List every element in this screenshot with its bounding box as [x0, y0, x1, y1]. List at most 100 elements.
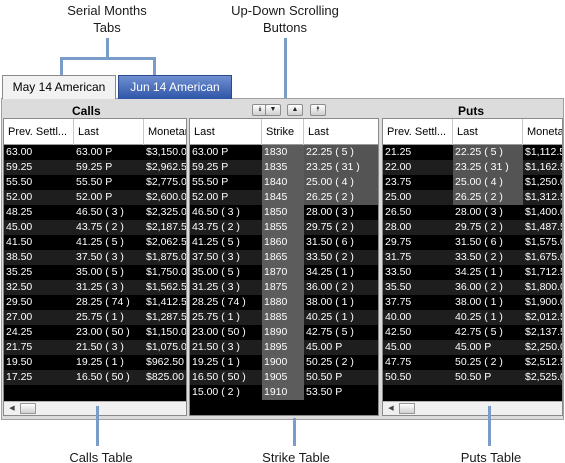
table-row[interactable]: 35.25 35.00 ( 5 ) $1,750.0 [4, 265, 186, 280]
table-row[interactable]: 52.00 P 1845 26.25 ( 2 ) [190, 190, 378, 205]
puts-table[interactable]: Prev. Settl... Last Moneta 21.25 22.25 ( … [382, 118, 563, 416]
table-cell: 50.25 ( 2 ) [455, 356, 503, 368]
table-row[interactable]: 38.50 37.50 ( 3 ) $1,875.0 [4, 250, 186, 265]
scroll-left-icon[interactable]: ◀ [385, 403, 397, 414]
annotation-pointer [153, 57, 156, 77]
table-row[interactable]: 45.00 45.00 P $2,250.0 [383, 340, 562, 355]
table-row[interactable]: 19.25 ( 1 ) 1900 50.25 ( 2 ) [190, 355, 378, 370]
row-down-button[interactable]: ▼ [265, 104, 281, 116]
calls-table[interactable]: Prev. Settl... Last Monetar 63.00 63.00 P… [3, 118, 187, 416]
table-row[interactable]: 63.00 P 1830 22.25 ( 5 ) [190, 145, 378, 160]
table-cell: 1880 [262, 295, 304, 310]
table-cell: $3,150.0 [146, 146, 187, 158]
table-cell: 1860 [262, 235, 304, 250]
table-cell: 34.25 ( 1 ) [455, 266, 503, 278]
table-row[interactable]: 41.50 41.25 ( 5 ) $2,062.5 [4, 235, 186, 250]
annotation-strike-table: Strike Table [262, 450, 330, 463]
table-row[interactable]: 17.25 16.50 ( 50 ) $825.00 [4, 370, 186, 385]
table-cell: 1900 [262, 355, 304, 370]
table-cell: 29.75 ( 2 ) [455, 221, 503, 233]
table-row[interactable]: 35.00 ( 5 ) 1870 34.25 ( 1 ) [190, 265, 378, 280]
table-row[interactable]: 45.00 43.75 ( 2 ) $2,187.5 [4, 220, 186, 235]
table-row[interactable]: 21.25 22.25 ( 5 ) $1,112.5 [383, 145, 563, 160]
table-row[interactable]: 15.00 ( 2 ) 1910 53.50 P [190, 385, 378, 400]
row-up-button[interactable]: ▲ [287, 104, 303, 116]
table-cell: 28.25 ( 74 ) [76, 296, 130, 308]
strike-table[interactable]: Last Strike Last 63.00 P 1830 22.25 ( 5 ) 5… [189, 118, 379, 416]
table-cell: 27.00 [6, 311, 33, 323]
table-row[interactable]: 25.00 26.25 ( 2 ) $1,312.5 [383, 190, 562, 205]
table-cell: 1885 [262, 310, 304, 325]
table-cell: $1,412.5 [146, 296, 187, 308]
strike-header-strike[interactable]: Strike [262, 119, 304, 145]
table-row[interactable]: 21.50 ( 3 ) 1895 45.00 P [190, 340, 378, 355]
table-row[interactable]: 47.75 50.25 ( 2 ) $2,512.5 [383, 355, 562, 370]
strike-header-put-last[interactable]: Last [304, 119, 378, 145]
table-row[interactable]: 55.50 P 1840 25.00 ( 4 ) [190, 175, 378, 190]
puts-header-last[interactable]: Last [453, 119, 523, 145]
table-row[interactable]: 35.50 36.00 ( 2 ) $1,800.0 [383, 280, 562, 295]
table-row[interactable]: 31.75 33.50 ( 2 ) $1,675.0 [383, 250, 562, 265]
table-row[interactable]: 50.50 50.50 P $2,525.0 [383, 370, 562, 385]
calls-header-prev-settle[interactable]: Prev. Settl... [4, 119, 74, 145]
table-row[interactable]: 29.50 28.25 ( 74 ) $1,412.5 [4, 295, 187, 310]
table-row[interactable]: 23.75 25.00 ( 4 ) $1,250.0 [383, 175, 562, 190]
strike-header-call-last[interactable]: Last [190, 119, 262, 145]
annotation-pointer [488, 406, 491, 446]
table-cell: 1875 [262, 280, 304, 295]
table-row[interactable]: 28.25 ( 74 ) 1880 38.00 ( 1 ) [190, 295, 378, 310]
table-row[interactable]: 21.75 21.50 ( 3 ) $1,075.0 [4, 340, 186, 355]
table-cell: 19.50 [6, 356, 33, 368]
table-row[interactable]: 59.25 59.25 P $2,962.5 [4, 160, 186, 175]
table-cell: 28.00 ( 3 ) [455, 206, 503, 218]
table-cell: $1,112.5 [525, 146, 563, 158]
table-row[interactable]: 46.50 ( 3 ) 1850 28.00 ( 3 ) [190, 205, 378, 220]
table-row[interactable]: 63.00 63.00 P $3,150.0 [4, 145, 187, 160]
table-row[interactable]: 32.50 31.25 ( 3 ) $1,562.5 [4, 280, 186, 295]
puts-header-prev-settle[interactable]: Prev. Settl... [383, 119, 453, 145]
table-row[interactable]: 19.50 19.25 ( 1 ) $962.50 [4, 355, 186, 370]
table-row[interactable]: 29.75 31.50 ( 6 ) $1,575.0 [383, 235, 562, 250]
table-row[interactable]: 27.00 25.75 ( 1 ) $1,287.5 [4, 310, 186, 325]
table-row[interactable]: 16.50 ( 50 ) 1905 50.50 P [190, 370, 378, 385]
annotation-serial-months-tabs: Serial Months Tabs [52, 2, 162, 36]
table-row[interactable]: 41.25 ( 5 ) 1860 31.50 ( 6 ) [190, 235, 378, 250]
annotation-text: Up-Down Scrolling [231, 3, 339, 18]
table-row[interactable]: 33.50 34.25 ( 1 ) $1,712.5 [383, 265, 562, 280]
table-row[interactable]: 25.75 ( 1 ) 1885 40.25 ( 1 ) [190, 310, 378, 325]
table-row[interactable]: 22.00 23.25 ( 31 ) $1,162.5 [383, 160, 562, 175]
table-row[interactable]: 40.00 40.25 ( 1 ) $2,012.5 [383, 310, 562, 325]
table-row[interactable]: 52.00 52.00 P $2,600.0 [4, 190, 187, 205]
puts-header-monetary[interactable]: Moneta [523, 119, 562, 145]
page-up-button[interactable]: ⯭ [310, 104, 326, 116]
calls-header-last[interactable]: Last [74, 119, 144, 145]
table-row[interactable]: 28.00 29.75 ( 2 ) $1,487.5 [383, 220, 562, 235]
table-row[interactable]: 26.50 28.00 ( 3 ) $1,400.0 [383, 205, 562, 220]
table-row[interactable]: 59.25 P 1835 23.25 ( 31 ) [190, 160, 378, 175]
tab-may-14-american[interactable]: May 14 American [2, 75, 116, 99]
table-cell: 19.25 ( 1 ) [76, 356, 124, 368]
calls-header-monetary[interactable]: Monetar [144, 119, 186, 145]
puts-horizontal-scrollbar[interactable]: ◀ [383, 401, 562, 415]
table-cell: $2,600.0 [146, 191, 187, 203]
table-row[interactable]: 31.25 ( 3 ) 1875 36.00 ( 2 ) [190, 280, 378, 295]
scroll-left-icon[interactable]: ◀ [6, 403, 18, 414]
table-row[interactable]: 55.50 55.50 P $2,775.0 [4, 175, 186, 190]
table-row[interactable]: 37.50 ( 3 ) 1865 33.50 ( 2 ) [190, 250, 378, 265]
table-cell: 33.50 ( 2 ) [455, 251, 503, 263]
table-row[interactable]: 24.25 23.00 ( 50 ) $1,150.0 [4, 325, 186, 340]
table-row[interactable]: 37.75 38.00 ( 1 ) $1,900.0 [383, 295, 563, 310]
table-row[interactable]: 42.50 42.75 ( 5 ) $2,137.5 [383, 325, 562, 340]
table-cell: 16.50 ( 50 ) [76, 371, 130, 383]
table-row[interactable]: 48.25 46.50 ( 3 ) $2,325.0 [4, 205, 186, 220]
table-cell: 35.50 [385, 281, 412, 293]
table-row[interactable]: 43.75 ( 2 ) 1855 29.75 ( 2 ) [190, 220, 378, 235]
puts-table-header: Prev. Settl... Last Moneta [383, 119, 562, 145]
table-cell: $1,900.0 [525, 296, 563, 308]
scrollbar-thumb[interactable] [20, 403, 36, 414]
tab-jun-14-american[interactable]: Jun 14 American [118, 75, 232, 99]
scrollbar-thumb[interactable] [399, 403, 415, 414]
table-row[interactable]: 23.00 ( 50 ) 1890 42.75 ( 5 ) [190, 325, 378, 340]
table-cell: 52.00 P [76, 191, 113, 203]
annotation-pointer [106, 38, 109, 58]
